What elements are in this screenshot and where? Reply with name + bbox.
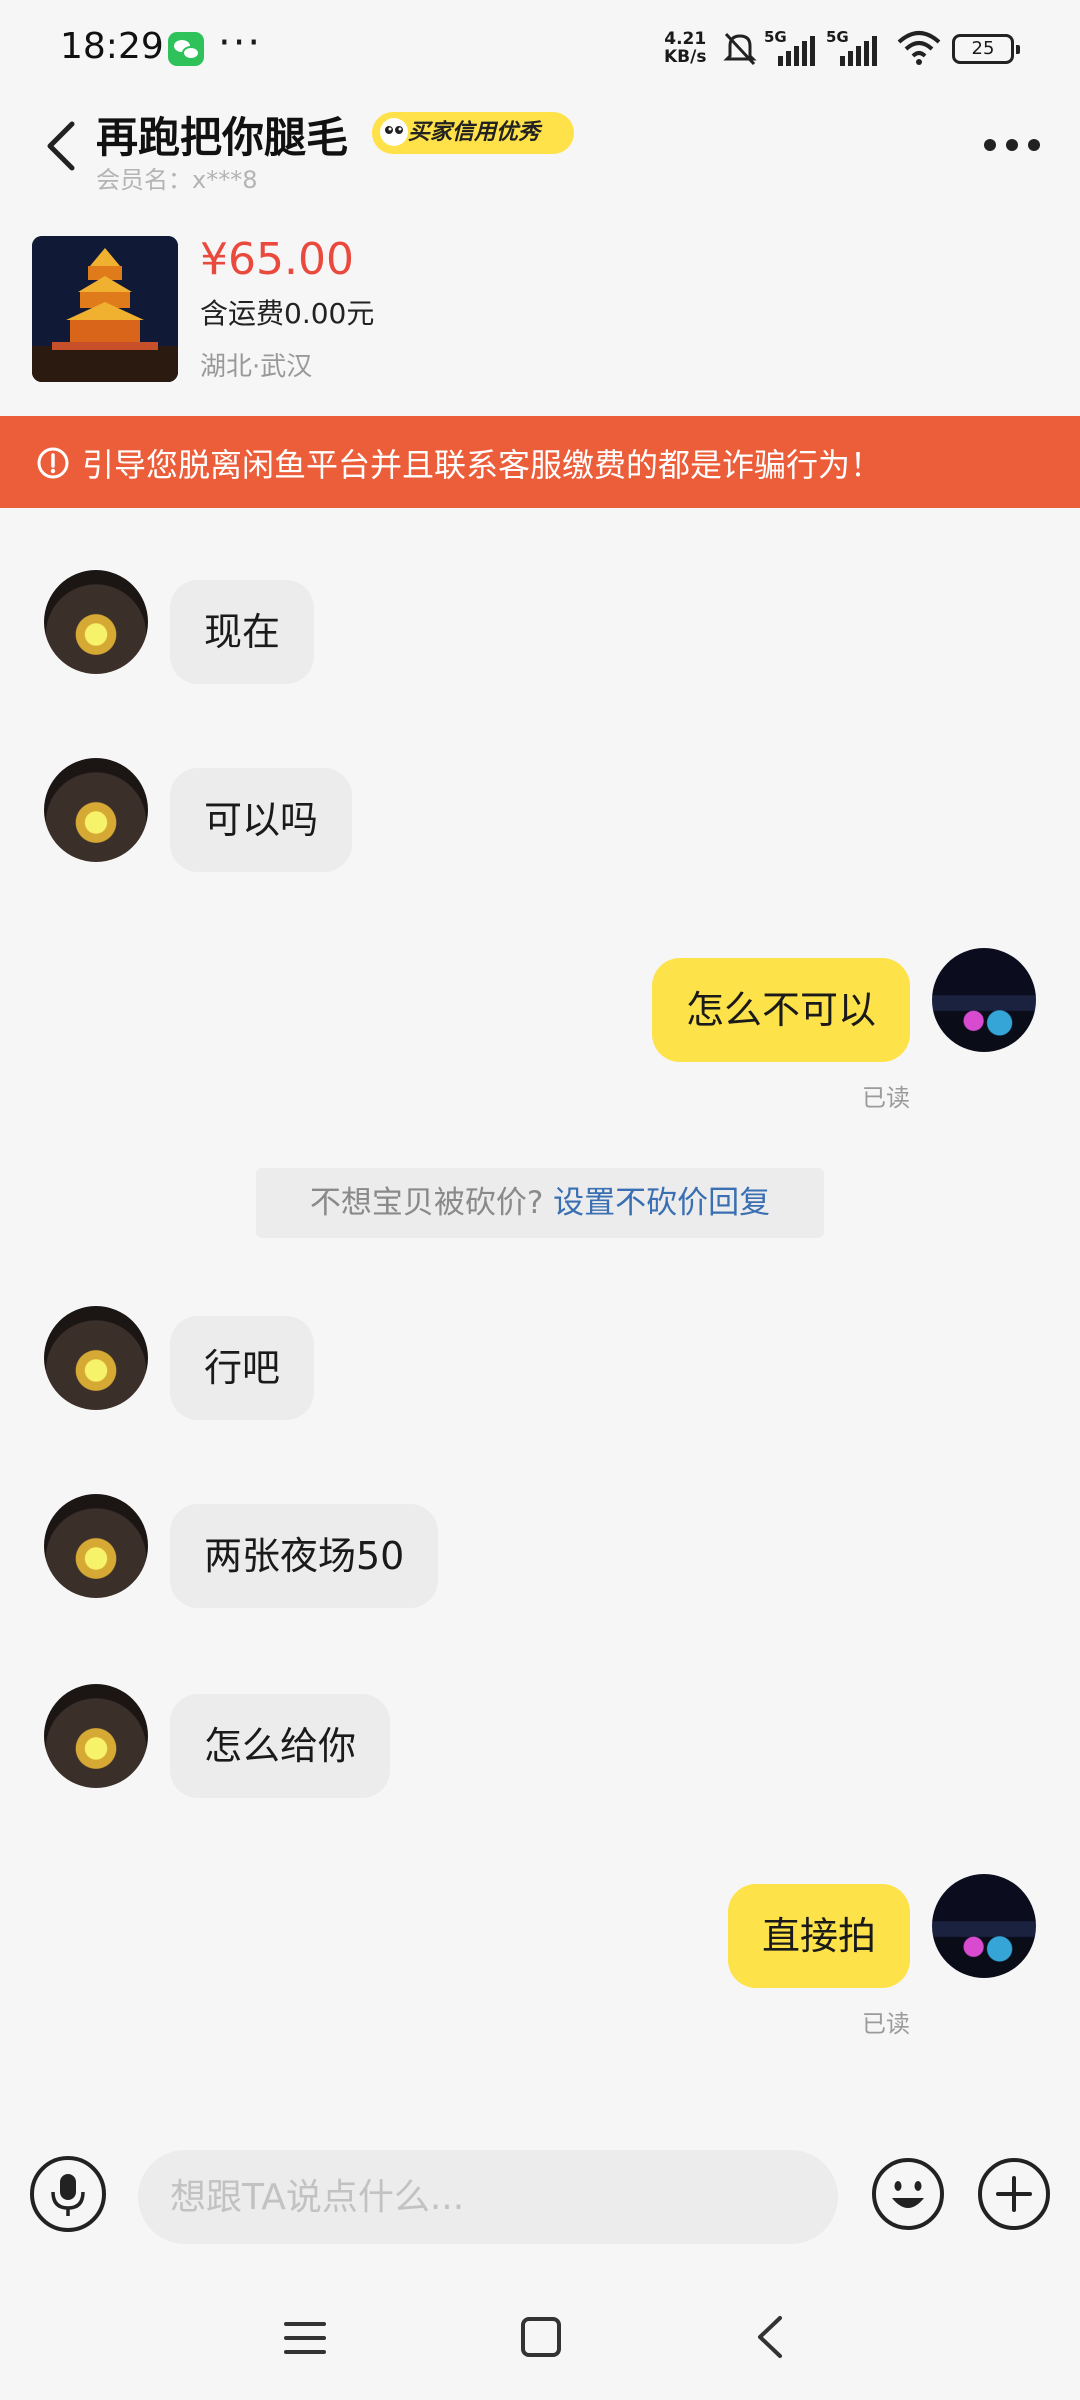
wifi-icon bbox=[897, 31, 941, 65]
warning-text: 引导您脱离闲鱼平台并且联系客服缴费的都是诈骗行为！ bbox=[82, 446, 883, 484]
bargain-tip-text: 不想宝贝被砍价? bbox=[309, 1185, 554, 1221]
plus-circle-icon[interactable] bbox=[976, 2156, 1052, 2232]
recent-apps-icon[interactable] bbox=[282, 2318, 328, 2358]
battery-indicator: 25 bbox=[952, 34, 1020, 64]
seller-avatar[interactable] bbox=[44, 1306, 148, 1410]
my-avatar[interactable] bbox=[932, 1874, 1036, 1978]
seller-avatar[interactable] bbox=[44, 570, 148, 674]
member-name: 会员名：x***8 bbox=[96, 166, 258, 194]
message-bubble[interactable]: 两张夜场50 bbox=[170, 1504, 439, 1608]
more-horizontal-icon[interactable] bbox=[982, 132, 1042, 158]
my-avatar[interactable] bbox=[932, 948, 1036, 1052]
wechat-notification-icon bbox=[168, 32, 204, 66]
more-notifications-icon: ··· bbox=[218, 20, 263, 66]
bargain-tip: 不想宝贝被砍价? 设置不砍价回复 bbox=[256, 1168, 824, 1238]
home-icon[interactable] bbox=[518, 2314, 564, 2360]
message-bubble[interactable]: 直接拍 bbox=[727, 1884, 910, 1988]
chevron-left-icon[interactable] bbox=[44, 118, 78, 174]
product-thumbnail[interactable] bbox=[32, 236, 178, 382]
fish-mascot-icon bbox=[380, 118, 408, 146]
signal-bars-icon bbox=[778, 36, 815, 66]
message-input[interactable] bbox=[138, 2150, 838, 2244]
message-bubble[interactable]: 怎么给你 bbox=[170, 1694, 391, 1798]
read-status: 已读 bbox=[862, 1084, 910, 1112]
smiley-icon[interactable] bbox=[870, 2156, 946, 2232]
product-price: ¥65.00 bbox=[200, 234, 354, 285]
seller-avatar[interactable] bbox=[44, 1494, 148, 1598]
seller-avatar[interactable] bbox=[44, 1684, 148, 1788]
no-bargain-reply-link[interactable]: 设置不砍价回复 bbox=[553, 1185, 770, 1221]
bell-muted-icon bbox=[723, 32, 757, 66]
message-bubble[interactable]: 行吧 bbox=[170, 1316, 315, 1420]
shipping-fee: 含运费0.00元 bbox=[200, 297, 375, 330]
status-time: 18:29 bbox=[60, 26, 164, 67]
chat-title: 再跑把你腿毛 bbox=[96, 113, 349, 162]
message-bubble[interactable]: 怎么不可以 bbox=[651, 958, 910, 1062]
status-bar: 18:29 ··· 4.21 KB/s 5G 5G 25 bbox=[0, 0, 1080, 96]
pagoda-image bbox=[32, 236, 178, 382]
read-status: 已读 bbox=[862, 2010, 910, 2038]
network-speed: 4.21 KB/s bbox=[664, 29, 707, 67]
back-nav-icon[interactable] bbox=[752, 2312, 788, 2362]
product-location: 湖北·武汉 bbox=[200, 352, 313, 382]
message-bubble[interactable]: 现在 bbox=[170, 580, 315, 684]
message-bubble[interactable]: 可以吗 bbox=[170, 768, 353, 872]
seller-avatar[interactable] bbox=[44, 758, 148, 862]
alert-circle-icon bbox=[37, 447, 69, 479]
microphone-icon[interactable] bbox=[30, 2156, 106, 2232]
signal-bars-icon bbox=[840, 36, 877, 66]
